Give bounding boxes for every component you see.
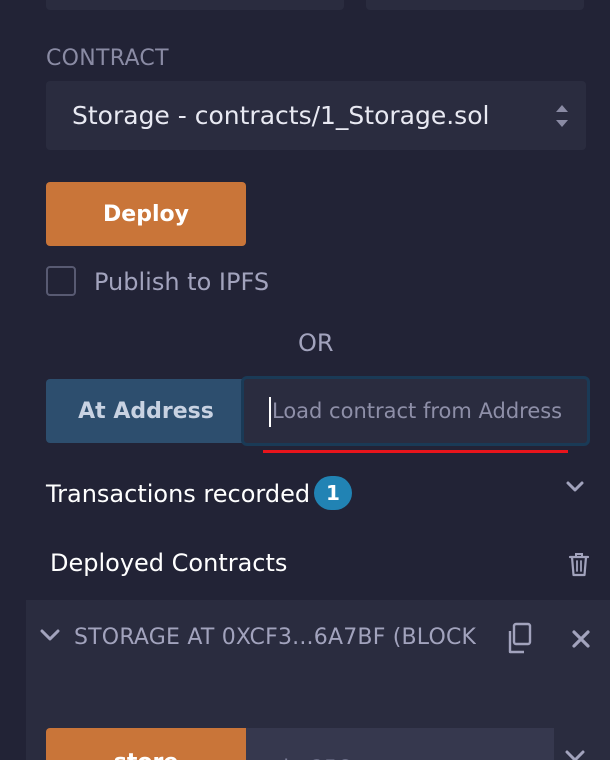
contract-section-label: CONTRACT: [46, 46, 169, 71]
transactions-recorded-toggle[interactable]: Transactions recorded 1: [46, 476, 591, 510]
store-num-input[interactable]: [246, 728, 554, 760]
chevron-down-icon[interactable]: [565, 480, 585, 494]
chevron-down-icon[interactable]: [39, 627, 61, 643]
or-separator: OR: [298, 329, 334, 357]
deploy-run-panel: CONTRACT Storage - contracts/1_Storage.s…: [0, 0, 610, 760]
value-unit-field[interactable]: [366, 0, 584, 10]
address-input[interactable]: [241, 376, 590, 446]
trash-icon[interactable]: [567, 551, 591, 577]
spellcheck-underline: [263, 450, 568, 453]
close-icon[interactable]: [570, 628, 592, 650]
deploy-button[interactable]: Deploy: [46, 182, 246, 246]
at-address-button[interactable]: At Address: [46, 379, 246, 443]
contract-select[interactable]: Storage - contracts/1_Storage.sol: [46, 81, 586, 150]
deployed-contracts-label: Deployed Contracts: [50, 549, 288, 577]
copy-icon[interactable]: [504, 622, 534, 656]
select-arrows-icon: [556, 105, 568, 127]
transactions-recorded-label: Transactions recorded: [46, 480, 311, 508]
text-caret: [269, 397, 271, 427]
deployed-instance-title[interactable]: STORAGE AT 0XCF3...6A7BF (BLOCKCHAIN): [74, 625, 476, 650]
environment-field[interactable]: [46, 0, 344, 10]
publish-ipfs-checkbox[interactable]: [46, 266, 76, 296]
store-function-button[interactable]: store: [46, 728, 246, 760]
contract-select-value: Storage - contracts/1_Storage.sol: [72, 101, 490, 130]
transactions-count-badge: 1: [314, 476, 352, 510]
publish-ipfs-label: Publish to IPFS: [94, 268, 270, 296]
chevron-down-icon[interactable]: [564, 748, 586, 760]
